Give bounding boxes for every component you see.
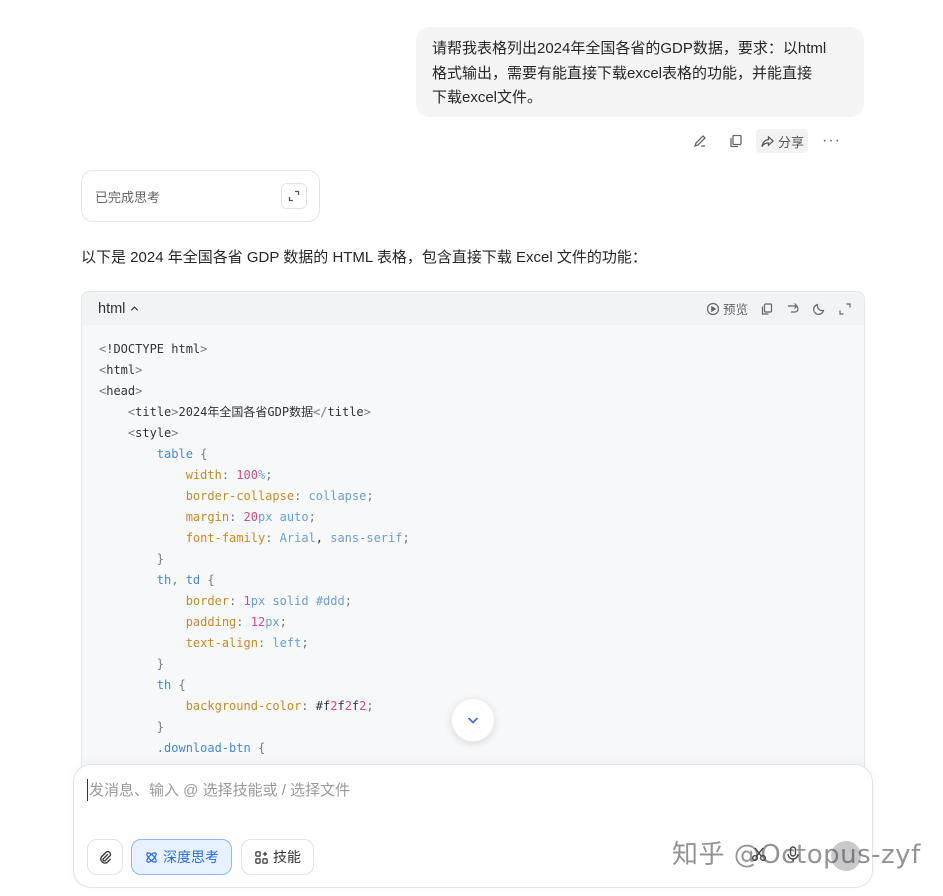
attach-button[interactable] [87, 839, 123, 875]
user-message-bubble: 请帮我表格列出2024年全国各省的GDP数据，要求：以html 格式输出，需要有… [416, 27, 864, 117]
expand-icon [288, 190, 300, 202]
watermark: 知乎 @Octopus-zyf [672, 840, 921, 870]
skills-button[interactable]: 技能 [241, 839, 314, 875]
deep-think-toggle[interactable]: 深度思考 [131, 839, 232, 875]
wrap-arrow-icon [788, 302, 799, 313]
theme-toggle-button[interactable] [812, 302, 826, 316]
chevron-up-icon [131, 306, 139, 311]
moon-icon [813, 303, 825, 315]
more-button[interactable]: ··· [822, 132, 841, 150]
thinking-label: 已完成思考 [95, 189, 161, 205]
skills-label: 技能 [273, 849, 301, 865]
preview-label: 预览 [722, 303, 748, 317]
share-button[interactable]: 分享 [756, 129, 809, 153]
scroll-to-bottom-button[interactable] [451, 698, 495, 742]
fullscreen-icon [839, 302, 851, 315]
copy-icon [761, 302, 773, 315]
code-toolbar: 预览 [706, 299, 852, 318]
copy-code-button[interactable] [760, 302, 774, 316]
assistant-intro-text: 以下是 2024 年全国各省 GDP 数据的 HTML 表格，包含直接下载 Ex… [81, 249, 647, 266]
edit-icon[interactable] [688, 129, 712, 153]
fullscreen-button[interactable] [838, 302, 852, 316]
grid-apps-icon [255, 850, 268, 864]
expand-button[interactable] [281, 183, 307, 209]
share-label: 分享 [778, 134, 805, 150]
code-language-label: html [98, 300, 126, 317]
thinking-status-card[interactable]: 已完成思考 [81, 170, 320, 222]
message-actions: 分享 ··· [688, 129, 841, 153]
play-circle-icon [706, 302, 720, 315]
atom-icon [146, 851, 157, 863]
deep-think-label: 深度思考 [163, 849, 219, 865]
copy-icon[interactable] [724, 129, 748, 153]
paperclip-icon [99, 850, 111, 864]
code-content: <!DOCTYPE html> <html> <head> <title>202… [99, 342, 410, 755]
chevron-down-icon [467, 717, 479, 724]
preview-button[interactable]: 预览 [706, 299, 748, 318]
share-icon [761, 134, 775, 147]
wrap-button[interactable] [786, 302, 800, 316]
message-input[interactable] [87, 779, 787, 801]
code-block-header: html 预览 [82, 292, 864, 325]
code-language-toggle[interactable]: html [98, 301, 140, 317]
